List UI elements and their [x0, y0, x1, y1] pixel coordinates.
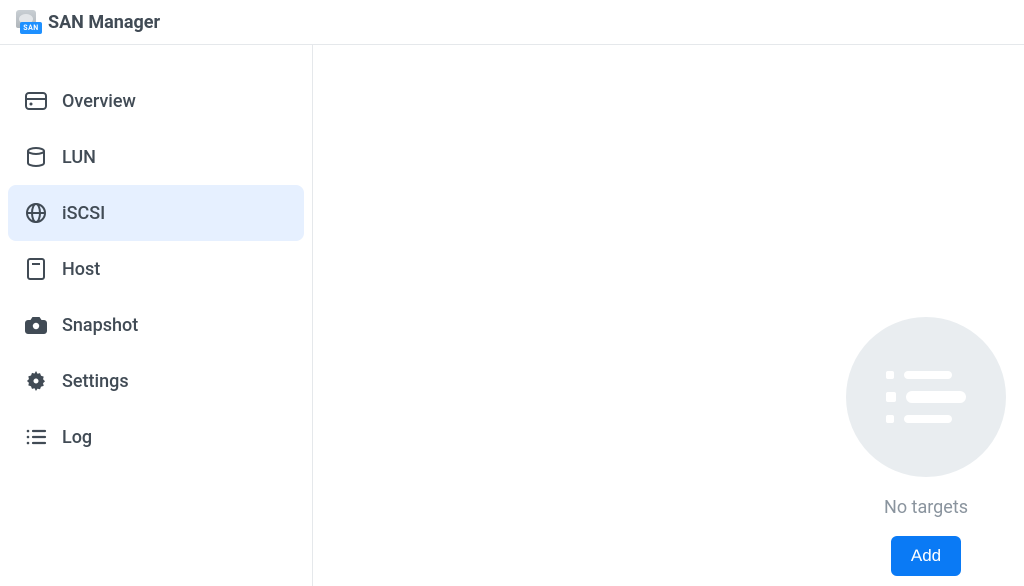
sidebar-item-lun[interactable]: LUN	[8, 129, 304, 185]
sidebar-item-label: Overview	[62, 91, 136, 112]
app-icon-badge: SAN	[20, 22, 42, 34]
sidebar-item-label: Snapshot	[62, 315, 138, 336]
sidebar-item-overview[interactable]: Overview	[8, 73, 304, 129]
sidebar-item-log[interactable]: Log	[8, 409, 304, 465]
list-icon	[22, 425, 50, 449]
sidebar-item-label: Settings	[62, 371, 129, 392]
main-content: No targets Add	[313, 45, 1024, 586]
sidebar-item-iscsi[interactable]: iSCSI	[8, 185, 304, 241]
sidebar-item-label: Host	[62, 259, 100, 280]
sidebar-item-label: Log	[62, 427, 92, 448]
empty-state: No targets Add	[846, 317, 1006, 576]
globe-icon	[22, 201, 50, 225]
dashboard-icon	[22, 89, 50, 113]
add-button[interactable]: Add	[891, 536, 961, 576]
empty-list-icon	[846, 317, 1006, 477]
camera-icon	[22, 313, 50, 337]
empty-state-text: No targets	[884, 497, 968, 518]
sidebar-item-label: iSCSI	[62, 203, 105, 224]
host-icon	[22, 257, 50, 281]
sidebar-item-label: LUN	[62, 147, 96, 168]
cylinder-icon	[22, 145, 50, 169]
gear-icon	[22, 369, 50, 393]
sidebar: Overview LUN iSCSI	[0, 45, 313, 586]
sidebar-item-settings[interactable]: Settings	[8, 353, 304, 409]
sidebar-item-snapshot[interactable]: Snapshot	[8, 297, 304, 353]
app-title: SAN Manager	[48, 12, 160, 33]
app-icon: SAN	[14, 10, 38, 34]
app-header: SAN SAN Manager	[0, 0, 1024, 45]
sidebar-item-host[interactable]: Host	[8, 241, 304, 297]
